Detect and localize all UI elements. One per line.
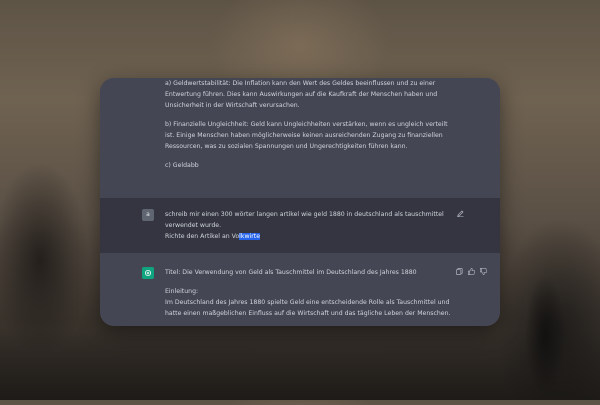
thumbs-down-icon[interactable] [479,267,488,276]
message-actions [455,267,495,277]
assistant-avatar [142,267,154,279]
user-message-line-2: Richte den Artikel an Volkwirte [165,231,455,242]
user-message-line-2-prefix: Richte den Artikel an Vo [165,233,240,240]
user-avatar: a [142,209,154,221]
pencil-edit-icon[interactable] [456,209,465,218]
response-paragraph-b: b) Finanzielle Ungleichheit: Geld kann U… [165,121,448,150]
text-selection: lkwirte [239,233,261,240]
intro-heading: Einleitung: [165,288,199,295]
background-person-silhouette [520,255,570,405]
chat-window: a) Geldwertstabilität: Die Inflation kan… [100,78,500,326]
article-title: Titel: Die Verwendung von Geld als Tausc… [165,269,417,276]
openai-logo-icon [144,269,152,277]
thumbs-up-icon[interactable] [467,267,476,276]
previous-assistant-message: a) Geldwertstabilität: Die Inflation kan… [100,78,500,198]
response-paragraph-a: a) Geldwertstabilität: Die Inflation kan… [165,80,438,109]
copy-icon[interactable] [455,267,464,276]
background-ground [0,330,600,400]
previous-response-text: a) Geldwertstabilität: Die Inflation kan… [165,78,455,171]
intro-text: Im Deutschland des Jahres 1880 spielte G… [165,299,451,317]
user-message-text[interactable]: schreib mir einen 300 wörter langen arti… [165,209,455,242]
assistant-message-text: Titel: Die Verwendung von Geld als Tausc… [165,267,455,319]
response-paragraph-c: c) Geldabb [165,162,199,169]
user-message-line-1: schreib mir einen 300 wörter langen arti… [165,211,444,229]
